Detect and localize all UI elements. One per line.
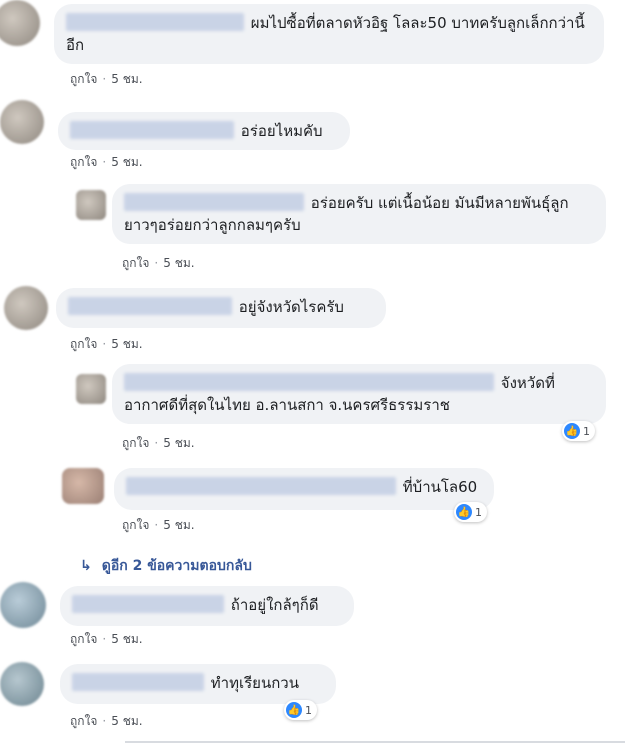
timestamp[interactable]: 5 ชม. (163, 518, 194, 532)
timestamp[interactable]: 5 ชม. (111, 155, 142, 169)
reaction-count[interactable]: 👍 1 (562, 421, 595, 441)
reply-meta: ถูกใจ · 5 ชม. (122, 436, 195, 450)
comment-bubble: ถ้าอยู่ใกล้ๆก็ดี (60, 586, 354, 626)
comment-meta: ถูกใจ · 5 ชม. (70, 632, 143, 646)
like-reaction-icon: 👍 (564, 423, 580, 439)
reply-bubble: จังหวัดที่อากาศดีที่สุดในไทย อ.ลานสกา จ.… (112, 364, 606, 424)
timestamp[interactable]: 5 ชม. (111, 714, 142, 728)
redacted-author-name[interactable] (126, 477, 396, 495)
comment-text: ถ้าอยู่ใกล้ๆก็ดี (230, 596, 319, 614)
redacted-author-name[interactable] (72, 673, 204, 691)
redacted-author-name[interactable] (66, 13, 244, 31)
like-link[interactable]: ถูกใจ (70, 155, 97, 169)
avatar[interactable] (0, 100, 44, 144)
avatar[interactable] (62, 468, 104, 504)
timestamp[interactable]: 5 ชม. (111, 337, 142, 351)
comment-text: อร่อยไหมคับ (240, 122, 323, 140)
reaction-count[interactable]: 👍 1 (454, 502, 487, 522)
like-reaction-icon: 👍 (456, 504, 472, 520)
timestamp[interactable]: 5 ชม. (163, 436, 194, 450)
redacted-author-name[interactable] (72, 595, 224, 613)
reaction-count[interactable]: 👍 1 (284, 700, 317, 720)
reply-meta: ถูกใจ · 5 ชม. (122, 256, 195, 270)
next-comment-edge (125, 741, 625, 743)
comment-meta: ถูกใจ · 5 ชม. (70, 72, 143, 86)
reply-meta: ถูกใจ · 5 ชม. (122, 518, 195, 532)
reply-text: ที่บ้านโล60 (402, 478, 478, 496)
reply-arrow-icon: ↳ (80, 558, 92, 574)
timestamp[interactable]: 5 ชม. (111, 72, 142, 86)
comment-meta: ถูกใจ · 5 ชม. (70, 714, 143, 728)
avatar[interactable] (4, 286, 48, 330)
view-more-replies-link[interactable]: ↳ ดูอีก 2 ข้อความตอบกลับ (80, 555, 252, 577)
avatar[interactable] (0, 582, 46, 628)
comment-text: ทำทุเรียนกวน (210, 674, 299, 692)
comment-meta: ถูกใจ · 5 ชม. (70, 155, 143, 169)
timestamp[interactable]: 5 ชม. (163, 256, 194, 270)
like-reaction-icon: 👍 (286, 702, 302, 718)
comment-bubble: ผมไปซื้อที่ตลาดหัวอิฐ โลละ50 บาทครับลูกเ… (54, 4, 604, 64)
like-link[interactable]: ถูกใจ (70, 72, 97, 86)
like-link[interactable]: ถูกใจ (70, 714, 97, 728)
comment-bubble: ทำทุเรียนกวน (60, 664, 336, 704)
avatar[interactable] (76, 190, 106, 220)
reply-bubble: ที่บ้านโล60 (114, 468, 494, 510)
avatar[interactable] (0, 662, 44, 706)
redacted-author-name[interactable] (68, 297, 232, 315)
comment-bubble: อยู่จังหวัดไรครับ (56, 288, 386, 328)
like-link[interactable]: ถูกใจ (70, 632, 97, 646)
avatar[interactable] (0, 0, 40, 46)
comment-text: อยู่จังหวัดไรครับ (238, 298, 344, 316)
like-link[interactable]: ถูกใจ (70, 337, 97, 351)
redacted-author-name[interactable] (70, 121, 234, 139)
like-link[interactable]: ถูกใจ (122, 518, 149, 532)
timestamp[interactable]: 5 ชม. (111, 632, 142, 646)
avatar[interactable] (76, 374, 106, 404)
redacted-author-name[interactable] (124, 373, 494, 391)
reply-bubble: อร่อยครับ แต่เนื้อน้อย มันมีหลายพันธุ์ลู… (112, 184, 606, 244)
redacted-author-name[interactable] (124, 193, 304, 211)
like-link[interactable]: ถูกใจ (122, 436, 149, 450)
comment-meta: ถูกใจ · 5 ชม. (70, 337, 143, 351)
like-link[interactable]: ถูกใจ (122, 256, 149, 270)
comment-bubble: อร่อยไหมคับ (58, 112, 350, 150)
